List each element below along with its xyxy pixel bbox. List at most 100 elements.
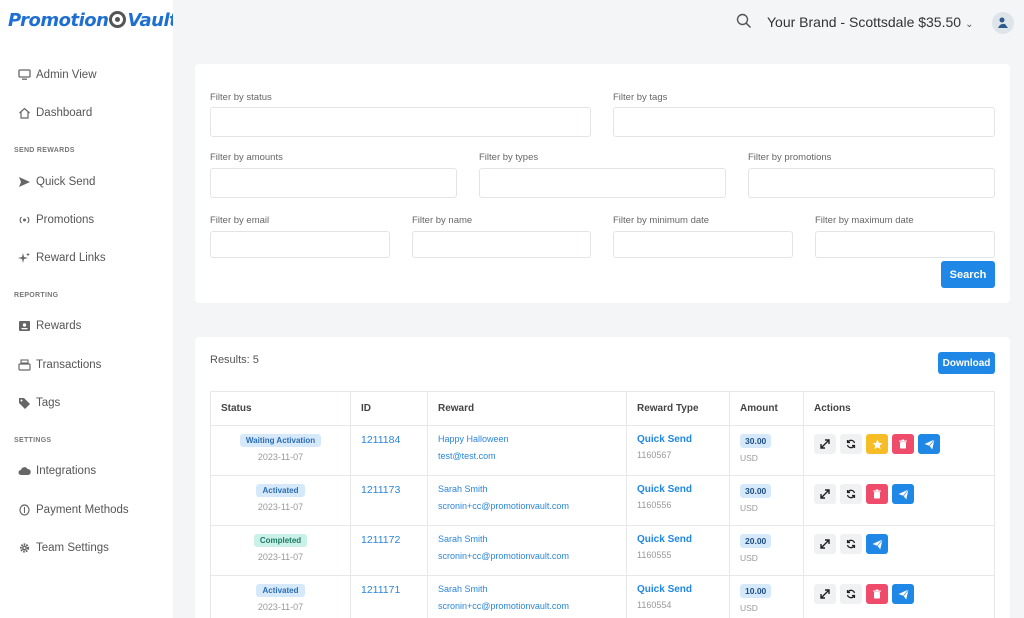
- reward-type-id: 1160555: [637, 550, 672, 560]
- actions-cell: [803, 425, 995, 476]
- amount-cell: 20.00 USD: [729, 525, 804, 576]
- sidebar-item-rewards[interactable]: Rewards: [17, 316, 81, 336]
- sidebar-item-tags[interactable]: Tags: [17, 393, 60, 413]
- sidebar-item-label: Quick Send: [36, 176, 96, 188]
- filter-amounts-input[interactable]: [210, 168, 457, 198]
- brand-selector-label: Your Brand - Scottsdale $35.50: [767, 14, 962, 30]
- filter-tags-input[interactable]: [613, 107, 995, 137]
- reward-type-link[interactable]: Quick Send: [637, 434, 719, 445]
- reward-type-link[interactable]: Quick Send: [637, 584, 719, 595]
- reward-type-id: 1160556: [637, 500, 672, 510]
- amount-cell: 30.00 USD: [729, 425, 804, 476]
- send-button[interactable]: [892, 484, 914, 504]
- currency-text: USD: [740, 453, 758, 463]
- reward-email[interactable]: scronin+cc@promotionvault.com: [438, 601, 616, 611]
- refresh-button[interactable]: [840, 484, 862, 504]
- filter-promotions-input[interactable]: [748, 168, 995, 198]
- sidebar-item-dashboard[interactable]: Dashboard: [17, 103, 92, 123]
- id-cell: 1211173: [350, 475, 428, 526]
- reward-name[interactable]: Sarah Smith: [438, 534, 616, 544]
- reward-email[interactable]: scronin+cc@promotionvault.com: [438, 551, 616, 561]
- sidebar: Promotion Vault Admin View Dashboard SEND…: [0, 0, 178, 618]
- sidebar-item-quick-send[interactable]: Quick Send: [17, 172, 95, 192]
- refresh-button[interactable]: [840, 434, 862, 454]
- sidebar-item-label: Transactions: [36, 359, 102, 371]
- amount-cell: 30.00 USD: [729, 475, 804, 526]
- column-header-id[interactable]: ID: [350, 391, 428, 426]
- reward-type-link[interactable]: Quick Send: [637, 534, 719, 545]
- refresh-icon: [846, 489, 856, 499]
- sidebar-item-admin-view[interactable]: Admin View: [17, 65, 97, 85]
- sidebar-item-label: Team Settings: [36, 542, 109, 554]
- currency-text: USD: [740, 553, 758, 563]
- expand-icon: [820, 489, 830, 499]
- reward-type-id: 1160554: [637, 600, 672, 610]
- reward-id-link[interactable]: 1211184: [361, 434, 400, 446]
- currency-text: USD: [740, 503, 758, 513]
- filter-email-input[interactable]: [210, 231, 390, 258]
- promotion-vault-logo[interactable]: Promotion Vault: [8, 10, 178, 31]
- column-header-status[interactable]: Status: [210, 391, 351, 426]
- trash-icon: [872, 489, 882, 499]
- date-text: 2023-11-07: [257, 602, 304, 612]
- column-header-reward-type[interactable]: Reward Type: [626, 391, 730, 426]
- reward-name[interactable]: Happy Halloween: [438, 434, 616, 444]
- refresh-button[interactable]: [840, 584, 862, 604]
- send-button[interactable]: [918, 434, 940, 454]
- status-badge: Activated: [256, 584, 305, 597]
- filter-min-date-input[interactable]: [613, 231, 793, 258]
- filter-status-input[interactable]: [210, 107, 591, 137]
- reward-email[interactable]: scronin+cc@promotionvault.com: [438, 501, 616, 511]
- table-row: Completed 2023-11-07 1211172 Sarah Smith scr…: [210, 525, 995, 576]
- amount-badge: 30.00: [740, 484, 772, 498]
- sidebar-item-promotions[interactable]: Promotions: [17, 210, 94, 230]
- sidebar-item-reward-links[interactable]: Reward Links: [17, 248, 106, 268]
- logo-text-right: Vault: [127, 10, 178, 31]
- sidebar-item-payment-methods[interactable]: Payment Methods: [17, 500, 129, 520]
- reward-type-link[interactable]: Quick Send: [637, 484, 719, 495]
- reward-name[interactable]: Sarah Smith: [438, 584, 616, 594]
- star-button[interactable]: [866, 434, 888, 454]
- reward-type-cell: Quick Send 1160554: [626, 575, 730, 618]
- filter-types-input[interactable]: [479, 168, 726, 198]
- actions-cell: [803, 575, 995, 618]
- filter-types-label: Filter by types: [479, 152, 539, 163]
- reward-type-cell: Quick Send 1160556: [626, 475, 730, 526]
- send-button[interactable]: [892, 584, 914, 604]
- sidebar-item-team-settings[interactable]: Team Settings: [17, 538, 109, 558]
- reward-id-link[interactable]: 1211173: [361, 484, 400, 496]
- reward-id-link[interactable]: 1211172: [361, 534, 400, 546]
- expand-button[interactable]: [814, 484, 836, 504]
- expand-button[interactable]: [814, 584, 836, 604]
- avatar[interactable]: [992, 12, 1014, 34]
- reward-id-link[interactable]: 1211171: [361, 584, 400, 596]
- id-card-icon: [17, 319, 31, 333]
- search-button[interactable]: Search: [941, 261, 995, 288]
- sidebar-item-integrations[interactable]: Integrations: [17, 461, 96, 481]
- delete-button[interactable]: [866, 484, 888, 504]
- send-button[interactable]: [866, 534, 888, 554]
- reward-name[interactable]: Sarah Smith: [438, 484, 616, 494]
- filter-max-date-input[interactable]: [815, 231, 995, 258]
- table-header-row: Status ID Reward Reward Type Amount Acti…: [210, 391, 995, 426]
- reward-email[interactable]: test@test.com: [438, 451, 616, 461]
- column-header-amount[interactable]: Amount: [729, 391, 804, 426]
- status-badge: Activated: [256, 484, 305, 497]
- sidebar-item-label: Rewards: [36, 320, 82, 332]
- filter-panel: Filter by status Filter by tags Filter b…: [195, 64, 1010, 303]
- delete-button[interactable]: [892, 434, 914, 454]
- refresh-button[interactable]: [840, 534, 862, 554]
- brand-selector[interactable]: Your Brand - Scottsdale $35.50 ⌄: [767, 14, 973, 30]
- search-icon[interactable]: [736, 13, 752, 29]
- filter-name-input[interactable]: [412, 231, 591, 258]
- expand-button[interactable]: [814, 434, 836, 454]
- column-header-reward[interactable]: Reward: [427, 391, 627, 426]
- section-heading-reporting: REPORTING: [14, 292, 59, 299]
- coin-icon: [17, 503, 31, 517]
- date-text: 2023-11-07: [257, 552, 304, 562]
- sidebar-item-transactions[interactable]: Transactions: [17, 355, 101, 375]
- expand-button[interactable]: [814, 534, 836, 554]
- section-heading-send-rewards: SEND REWARDS: [14, 147, 75, 154]
- download-button[interactable]: Download: [938, 352, 995, 374]
- delete-button[interactable]: [866, 584, 888, 604]
